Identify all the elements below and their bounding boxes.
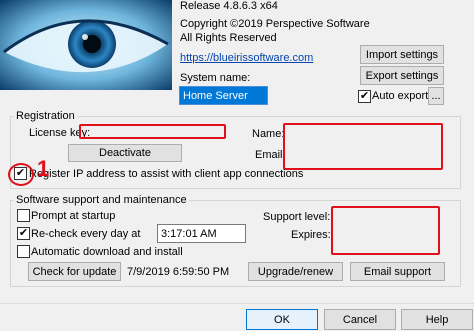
support-group-label: Software support and maintenance [14, 194, 189, 207]
auto-export-checkbox[interactable]: ✔ [358, 90, 371, 103]
export-settings-button[interactable]: Export settings [360, 66, 444, 85]
help-button[interactable]: Help [401, 309, 473, 330]
expires-label: Expires: [291, 229, 331, 241]
copyright-text: Copyright ©2019 Perspective Software [180, 18, 370, 30]
system-name-input[interactable]: Home Server [179, 86, 268, 105]
recheck-checkbox[interactable]: ✔ [17, 227, 30, 240]
register-ip-label: Register IP address to assist with clien… [29, 168, 304, 180]
blue-eye-logo-icon [0, 0, 172, 90]
auto-download-checkbox[interactable] [17, 245, 30, 258]
registration-group-label: Registration [14, 110, 77, 123]
annotation-circle [8, 163, 34, 186]
release-text: Release 4.8.6.3 x64 [180, 0, 278, 12]
recheck-label: Re-check every day at [31, 228, 141, 240]
annotation-number: 1 [37, 156, 50, 181]
name-label: Name: [252, 128, 285, 140]
deactivate-button[interactable]: Deactivate [68, 144, 182, 162]
rights-text: All Rights Reserved [180, 32, 277, 44]
auto-download-label: Automatic download and install [31, 246, 183, 258]
browse-button[interactable]: ... [428, 87, 444, 105]
prompt-startup-label: Prompt at startup [31, 210, 116, 222]
recheck-time-input[interactable]: 3:17:01 AM [157, 224, 246, 243]
cancel-button[interactable]: Cancel [324, 309, 396, 330]
check-update-button[interactable]: Check for update [28, 262, 121, 281]
name-email-redacted [283, 123, 443, 170]
email-support-button[interactable]: Email support [350, 262, 445, 281]
ok-button[interactable]: OK [246, 309, 318, 330]
upgrade-renew-button[interactable]: Upgrade/renew [248, 262, 343, 281]
system-name-label: System name: [180, 72, 251, 84]
license-key-redacted [79, 124, 226, 139]
website-link[interactable]: https://blueirissoftware.com [180, 52, 313, 65]
support-info-redacted [331, 206, 440, 255]
import-settings-button[interactable]: Import settings [360, 45, 444, 64]
prompt-startup-checkbox[interactable] [17, 209, 30, 222]
support-level-label: Support level: [263, 211, 331, 223]
last-check-text: 7/9/2019 6:59:50 PM [127, 266, 230, 278]
auto-export-label: Auto export [372, 90, 429, 102]
email-label: Email: [255, 149, 286, 161]
